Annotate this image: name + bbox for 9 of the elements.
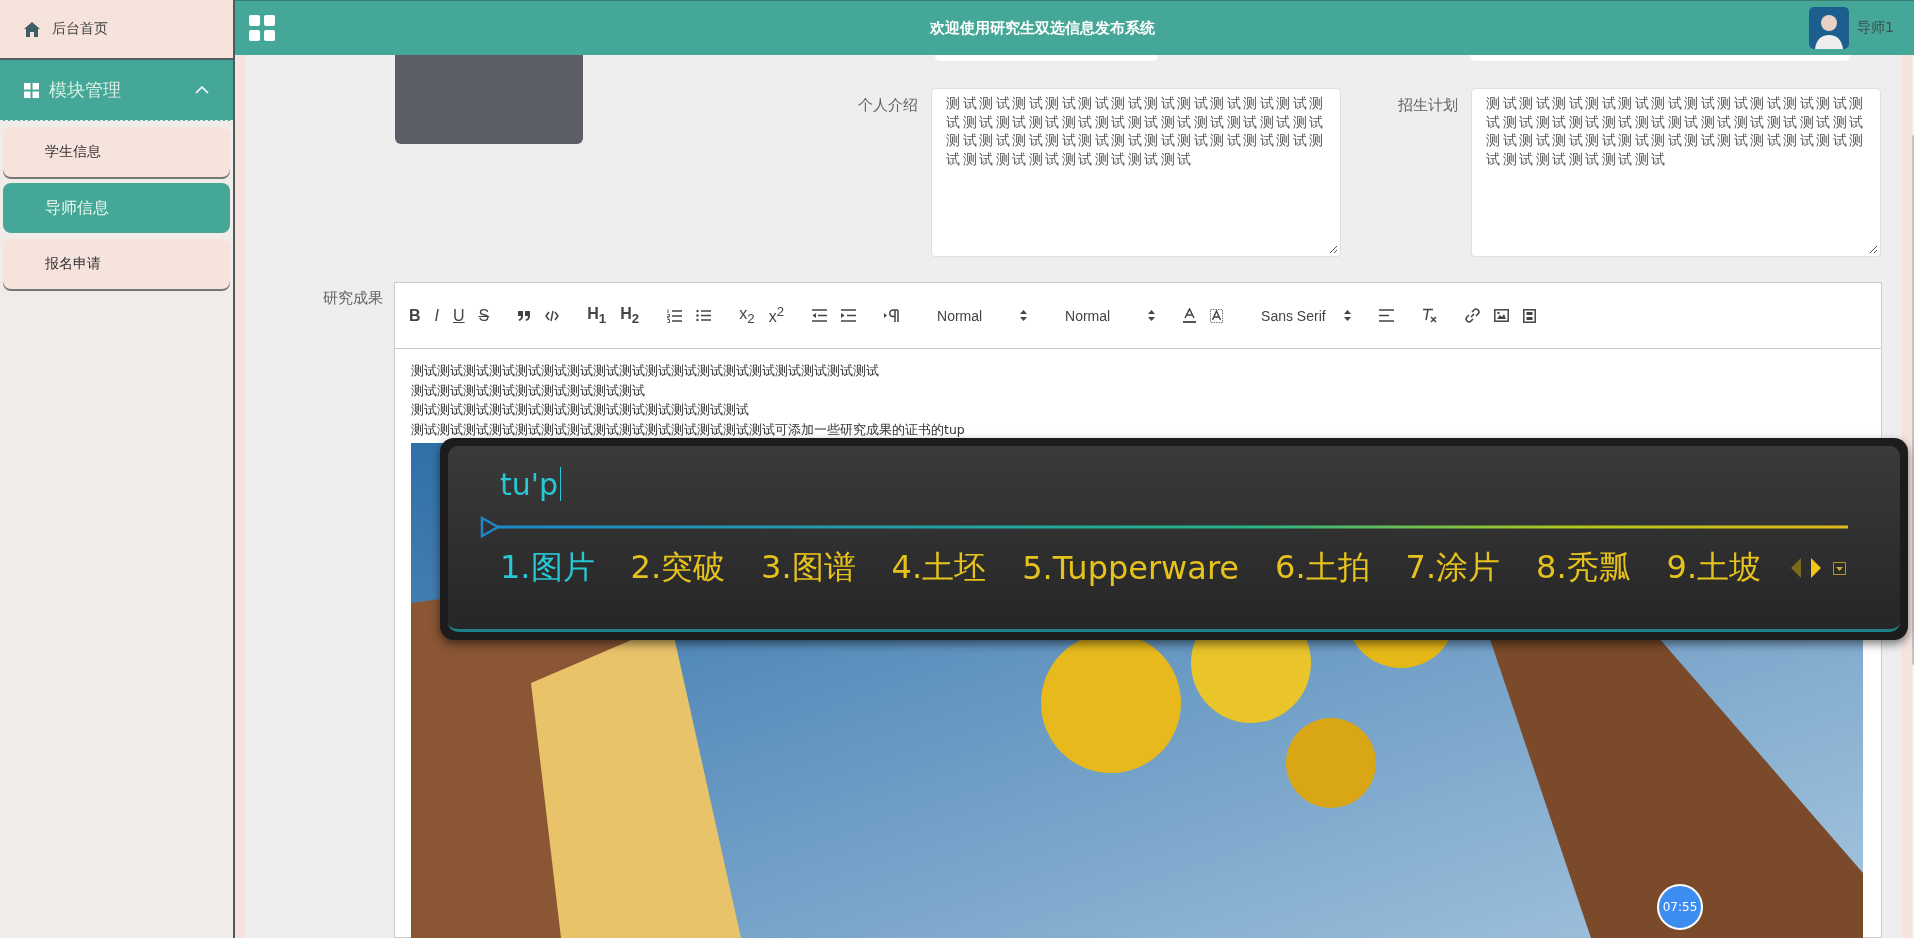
editor-text-line: 测试测试测试测试测试测试测试测试测试	[411, 381, 646, 400]
field-label: 研究成果	[322, 288, 384, 309]
field-label: 个人介绍	[857, 95, 918, 116]
editor-text-line: 测试测试测试测试测试测试测试测试测试测试测试测试测试	[411, 401, 750, 419]
app-title: 欢迎使用研究生双选信息发布系统	[928, 18, 1156, 38]
composition-text: tu'p	[500, 462, 1900, 506]
editor-text-line: 测试测试测试测试测试测试测试测试测试测试测试测试测试测试可添加一些研究成果的证书的tup	[411, 420, 966, 439]
field-label: 招生计划	[1397, 95, 1458, 116]
editor-text-line: 测试测试测试测试测试测试测试测试测试测试测试测试测试测试测试测试测试测试	[411, 362, 880, 380]
